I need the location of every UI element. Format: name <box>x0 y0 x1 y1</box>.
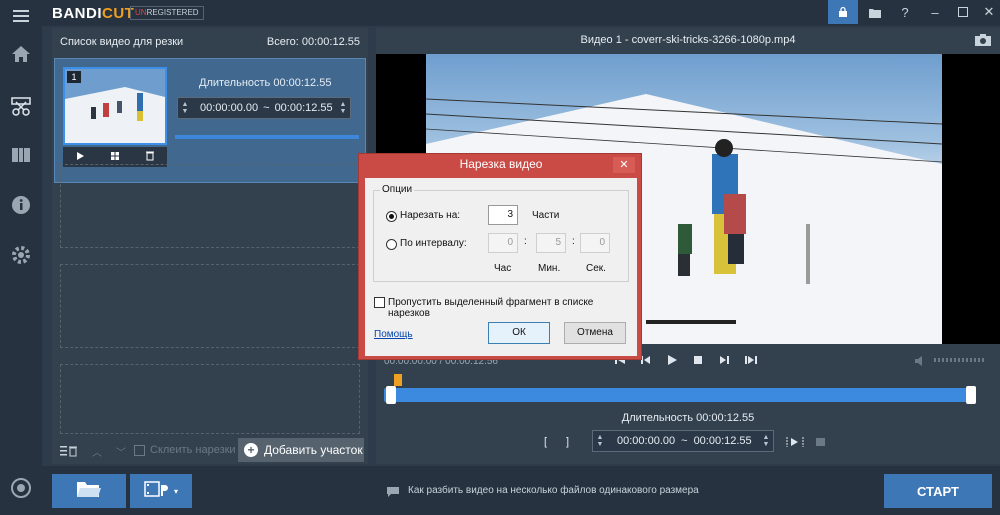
play-segment-icon[interactable] <box>786 435 804 453</box>
cut-icon[interactable] <box>9 94 33 118</box>
record-icon[interactable] <box>9 476 33 500</box>
range-start-handle[interactable] <box>386 386 396 404</box>
volume-icon[interactable] <box>914 354 928 372</box>
volume-slider[interactable] <box>934 358 984 362</box>
split-video-dialog: Нарезка видео ✕ Опции Нарезать на: 3 Час… <box>358 153 642 360</box>
settings-icon[interactable] <box>9 243 33 267</box>
play-icon[interactable] <box>666 353 678 371</box>
title-bar: BANDICUT UNREGISTERED ? – ✕ <box>42 0 1000 26</box>
spin-arrows-icon[interactable]: ▲ ▼ <box>336 97 350 119</box>
stop-icon[interactable] <box>692 353 704 371</box>
set-end-icon[interactable]: ] <box>566 436 569 448</box>
menu-icon[interactable] <box>9 4 33 28</box>
hint-link[interactable]: Как разбить видео на несколько файлов од… <box>408 485 699 496</box>
split-by-interval-label: По интервалу: <box>400 238 467 249</box>
video-list-title: Список видео для резки <box>60 36 184 48</box>
stop-segment-icon[interactable] <box>814 435 828 453</box>
spin-arrows-icon[interactable]: ▲ ▼ <box>759 430 773 452</box>
next-frame-icon[interactable] <box>744 353 758 371</box>
start-button[interactable]: СТАРТ <box>884 474 992 508</box>
hours-unit: Час <box>494 263 512 274</box>
segment-range-spinner[interactable]: ▲ ▼ 00:00:00.00 ~ 00:00:12.55 ▲ ▼ <box>592 430 774 452</box>
lock-icon[interactable] <box>828 0 858 24</box>
help-icon[interactable]: ? <box>890 0 920 24</box>
total-duration: Всего: 00:00:12.55 <box>266 36 360 48</box>
merge-checkbox[interactable] <box>134 445 145 456</box>
split-by-count-label: Нарезать на: <box>400 210 461 221</box>
info-icon[interactable] <box>9 193 33 217</box>
options-group-label: Опции <box>380 184 415 195</box>
sidebar <box>0 0 42 515</box>
minutes-unit: Мин. <box>538 263 561 274</box>
clip-number: 1 <box>67 71 81 83</box>
options-group: Опции Нарезать на: 3 Части По интервалу:… <box>373 184 629 282</box>
split-by-interval-radio[interactable] <box>386 239 397 250</box>
clip-progress-bar <box>175 135 359 139</box>
dialog-close-icon[interactable]: ✕ <box>613 157 635 173</box>
clip-thumbnail[interactable]: 1 <box>63 67 167 145</box>
video-list-panel: Список видео для резки Всего: 00:00:12.5… <box>52 28 368 464</box>
empty-clip-slot <box>60 264 360 348</box>
timeline-bar[interactable] <box>384 388 974 402</box>
empty-clip-slot <box>60 164 360 248</box>
range-end-handle[interactable] <box>966 386 976 404</box>
parts-count-input[interactable]: 3 <box>488 205 518 225</box>
seconds-input[interactable]: 0 <box>580 233 610 253</box>
close-icon[interactable]: ✕ <box>974 0 1000 24</box>
camera-icon[interactable] <box>974 33 992 52</box>
split-by-count-radio[interactable] <box>386 211 397 222</box>
app-logo: BANDICUT <box>52 5 135 22</box>
playhead-marker[interactable] <box>394 374 402 386</box>
film-format-icon <box>144 480 168 503</box>
skip-selected-label: Пропустить выделенный фрагмент в списке … <box>388 297 594 319</box>
hours-input[interactable]: 0 <box>488 233 518 253</box>
spin-arrows-icon[interactable]: ▲ ▼ <box>593 430 607 452</box>
dropdown-chevron-icon: ▾ <box>173 486 178 496</box>
output-format-button[interactable]: ▾ <box>130 474 192 508</box>
help-link[interactable]: Помощь <box>374 329 413 340</box>
seconds-unit: Сек. <box>586 263 606 274</box>
open-file-button[interactable] <box>52 474 126 508</box>
delete-list-icon[interactable] <box>60 444 78 462</box>
home-icon[interactable] <box>9 42 33 66</box>
move-down-icon[interactable]: ﹀ <box>116 444 126 459</box>
dialog-title: Нарезка видео <box>459 157 543 171</box>
film-join-icon[interactable] <box>9 143 33 167</box>
bottom-toolbar: ▾ Как разбить видео на несколько файлов … <box>42 466 1000 515</box>
dialog-body: Опции Нарезать на: 3 Части По интервалу:… <box>365 178 637 356</box>
forward-icon[interactable] <box>718 353 730 371</box>
set-start-icon[interactable]: [ <box>544 436 547 448</box>
empty-clip-slot <box>60 364 360 434</box>
ok-button[interactable]: ОК <box>488 322 550 344</box>
parts-label: Части <box>532 210 560 221</box>
add-segment-button[interactable]: + Добавить участок <box>238 438 364 462</box>
minutes-input[interactable]: 5 <box>536 233 566 253</box>
skip-selected-checkbox[interactable] <box>374 297 385 308</box>
move-up-icon[interactable]: ︿ <box>92 444 102 459</box>
plus-icon: + <box>244 443 258 457</box>
minimize-icon[interactable]: – <box>920 0 950 24</box>
folder-icon[interactable] <box>860 0 890 24</box>
segment-duration: Длительность 00:00:12.55 <box>621 412 755 424</box>
clip-duration: Длительность 00:00:12.55 <box>199 77 332 89</box>
open-folder-icon <box>76 479 102 504</box>
cancel-button[interactable]: Отмена <box>564 322 626 344</box>
chat-hint-icon <box>386 485 400 503</box>
unregistered-badge: UNREGISTERED <box>130 6 204 20</box>
clip-range-spinner[interactable]: ▲ ▼ 00:00:00.00 ~ 00:00:12.55 ▲ ▼ <box>177 97 351 119</box>
spin-arrows-icon[interactable]: ▲ ▼ <box>178 97 192 119</box>
video-title: Видео 1 - coverr-ski-tricks-3266-1080p.m… <box>580 34 796 46</box>
merge-label: Склеить нарезки <box>150 444 236 456</box>
